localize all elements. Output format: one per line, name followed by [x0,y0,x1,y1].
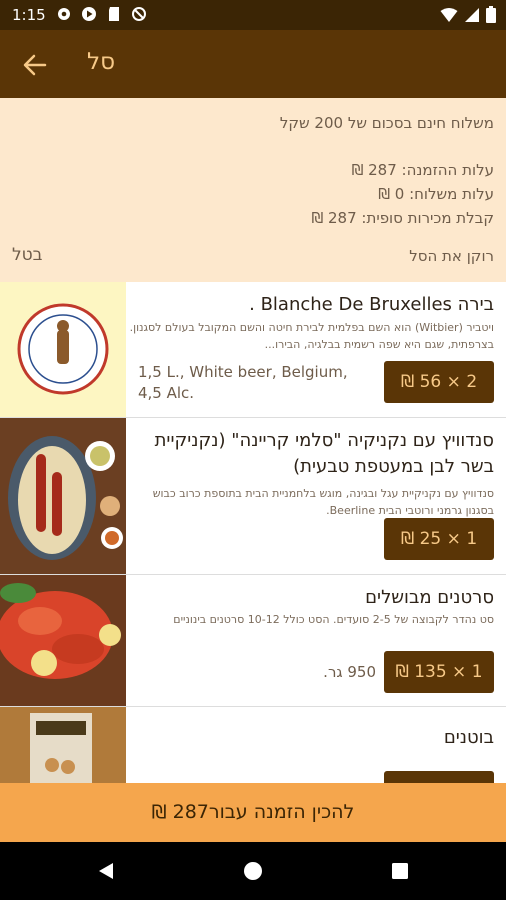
item-name: סנדוויץ עם נקניקיה "סלמי קריינה" (נקניקי… [154,430,494,477]
play-icon [81,6,97,22]
page-title: סל [87,49,115,75]
back-arrow-icon[interactable] [20,50,50,80]
notification-icons [56,6,147,22]
item-name: בירה Blanche De Bruxelles . [249,294,494,315]
app-bar: סל [0,30,506,98]
quantity-button[interactable]: 1 × 135 ₪ [384,651,494,693]
item-description: ויטביר (Witbier) הוא השם בפלמית לבירת חי… [129,321,494,351]
cart-item[interactable]: בוטנים [0,707,506,783]
signal-icon [464,7,480,27]
cart-item[interactable]: בירה Blanche De Bruxelles . ויטביר (Witb… [0,282,506,418]
item-meta: 950 גר. [323,663,376,681]
wifi-icon [440,7,458,27]
order-cost: עלות ההזמנה: 287 ₪ [351,161,494,179]
item-description: סט נהדר לקבוצה של 2-5 סועדים. הסט כולל 1… [173,613,494,626]
nav-recents-icon[interactable] [390,861,410,881]
item-name: סרטנים מבושלים [365,587,494,608]
cart-item[interactable]: סרטנים מבושלים סט נהדר לקבוצה של 2-5 סוע… [0,575,506,707]
sd-card-icon [106,6,122,22]
item-name: בוטנים [443,727,494,748]
cart-item[interactable]: סנדוויץ עם נקניקיה "סלמי קריינה" (נקניקי… [0,418,506,575]
free-shipping-note: משלוח חינם בסכום של 200 שקל [279,114,494,132]
blocked-icon [131,6,147,22]
quantity-button[interactable]: 1 × 25 ₪ [384,518,494,560]
battery-icon [486,6,496,27]
nav-back-icon[interactable] [96,861,116,881]
cancel-button[interactable]: בטל [12,245,43,265]
quantity-button[interactable]: 2 × 56 ₪ [384,361,494,403]
cart-summary: משלוח חינם בסכום של 200 שקל עלות ההזמנה:… [0,98,506,282]
settings-icon [56,6,72,22]
item-meta: 1,5 L., White beer, Belgium, 4,5 Alc. [138,363,348,402]
status-time: 1:15 [12,6,46,24]
quantity-button[interactable] [384,771,494,783]
shipping-cost: עלות משלוח: 0 ₪ [378,185,494,203]
checkout-button[interactable]: להכין הזמנה עבור287 ₪ [0,783,506,842]
final-total: קבלת מכירות סופית: 287 ₪ [311,209,494,227]
nav-home-icon[interactable] [243,861,263,881]
item-image [0,707,126,783]
status-bar: 1:15 [0,0,506,30]
system-nav-bar [0,842,506,900]
clear-cart-button[interactable]: רוקן את הסל [409,247,494,265]
item-image [0,282,126,417]
system-icons [440,6,496,27]
item-image [0,575,126,706]
item-image [0,418,126,574]
item-description: סנדוויץ עם נקניקיית עגל ובגינה, מוגש בלח… [152,487,494,517]
